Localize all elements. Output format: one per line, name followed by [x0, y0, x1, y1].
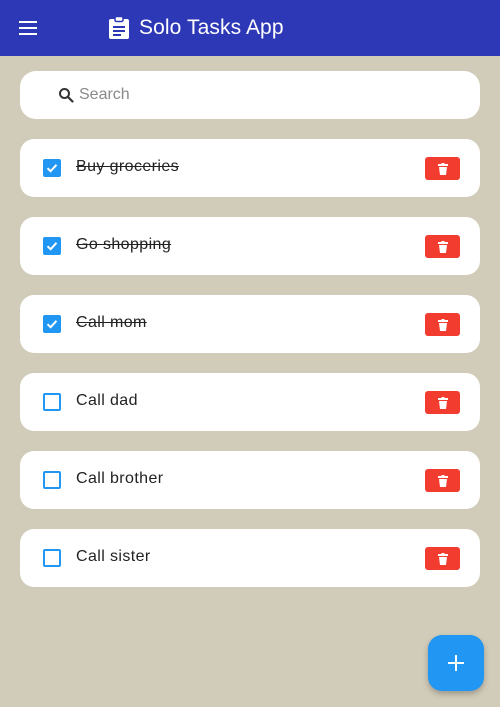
task-label: Go shopping — [76, 236, 172, 253]
trash-icon — [437, 552, 448, 565]
task-item: Buy groceries — [20, 139, 480, 197]
task-label: Call mom — [76, 314, 147, 331]
task-checkbox[interactable] — [43, 393, 61, 411]
menu-icon-bar — [19, 33, 37, 35]
task-item: Call mom — [20, 295, 480, 353]
delete-task-button[interactable] — [425, 391, 460, 414]
task-checkbox[interactable] — [43, 159, 61, 177]
delete-task-button[interactable] — [425, 313, 460, 336]
check-icon — [46, 242, 58, 251]
delete-task-button[interactable] — [425, 157, 460, 180]
task-checkbox[interactable] — [43, 237, 61, 255]
menu-icon-bar — [19, 21, 37, 23]
task-item: Call sister — [20, 529, 480, 587]
delete-task-button[interactable] — [425, 547, 460, 570]
task-item: Call dad — [20, 373, 480, 431]
menu-icon[interactable] — [16, 16, 40, 40]
search-bar — [20, 71, 480, 119]
app-bar: Solo Tasks App — [0, 0, 500, 56]
task-checkbox[interactable] — [43, 315, 61, 333]
task-label: Buy groceries — [76, 158, 180, 175]
trash-icon — [437, 162, 448, 175]
search-input[interactable] — [79, 83, 459, 107]
task-label: Call sister — [76, 548, 151, 565]
task-item: Call brother — [20, 451, 480, 509]
task-label: Call dad — [76, 392, 138, 409]
page-title: Solo Tasks App — [139, 16, 284, 39]
check-icon — [46, 164, 58, 173]
check-icon — [46, 320, 58, 329]
trash-icon — [437, 396, 448, 409]
trash-icon — [437, 240, 448, 253]
menu-icon-bar — [19, 27, 37, 29]
trash-icon — [437, 474, 448, 487]
plus-icon — [448, 655, 464, 671]
delete-task-button[interactable] — [425, 235, 460, 258]
clipboard-icon — [109, 16, 129, 39]
task-checkbox[interactable] — [43, 471, 61, 489]
add-task-button[interactable] — [428, 635, 484, 691]
task-checkbox[interactable] — [43, 549, 61, 567]
search-icon — [59, 88, 74, 103]
task-item: Go shopping — [20, 217, 480, 275]
trash-icon — [437, 318, 448, 331]
delete-task-button[interactable] — [425, 469, 460, 492]
task-label: Call brother — [76, 470, 164, 487]
app-title-group: Solo Tasks App — [108, 14, 284, 42]
